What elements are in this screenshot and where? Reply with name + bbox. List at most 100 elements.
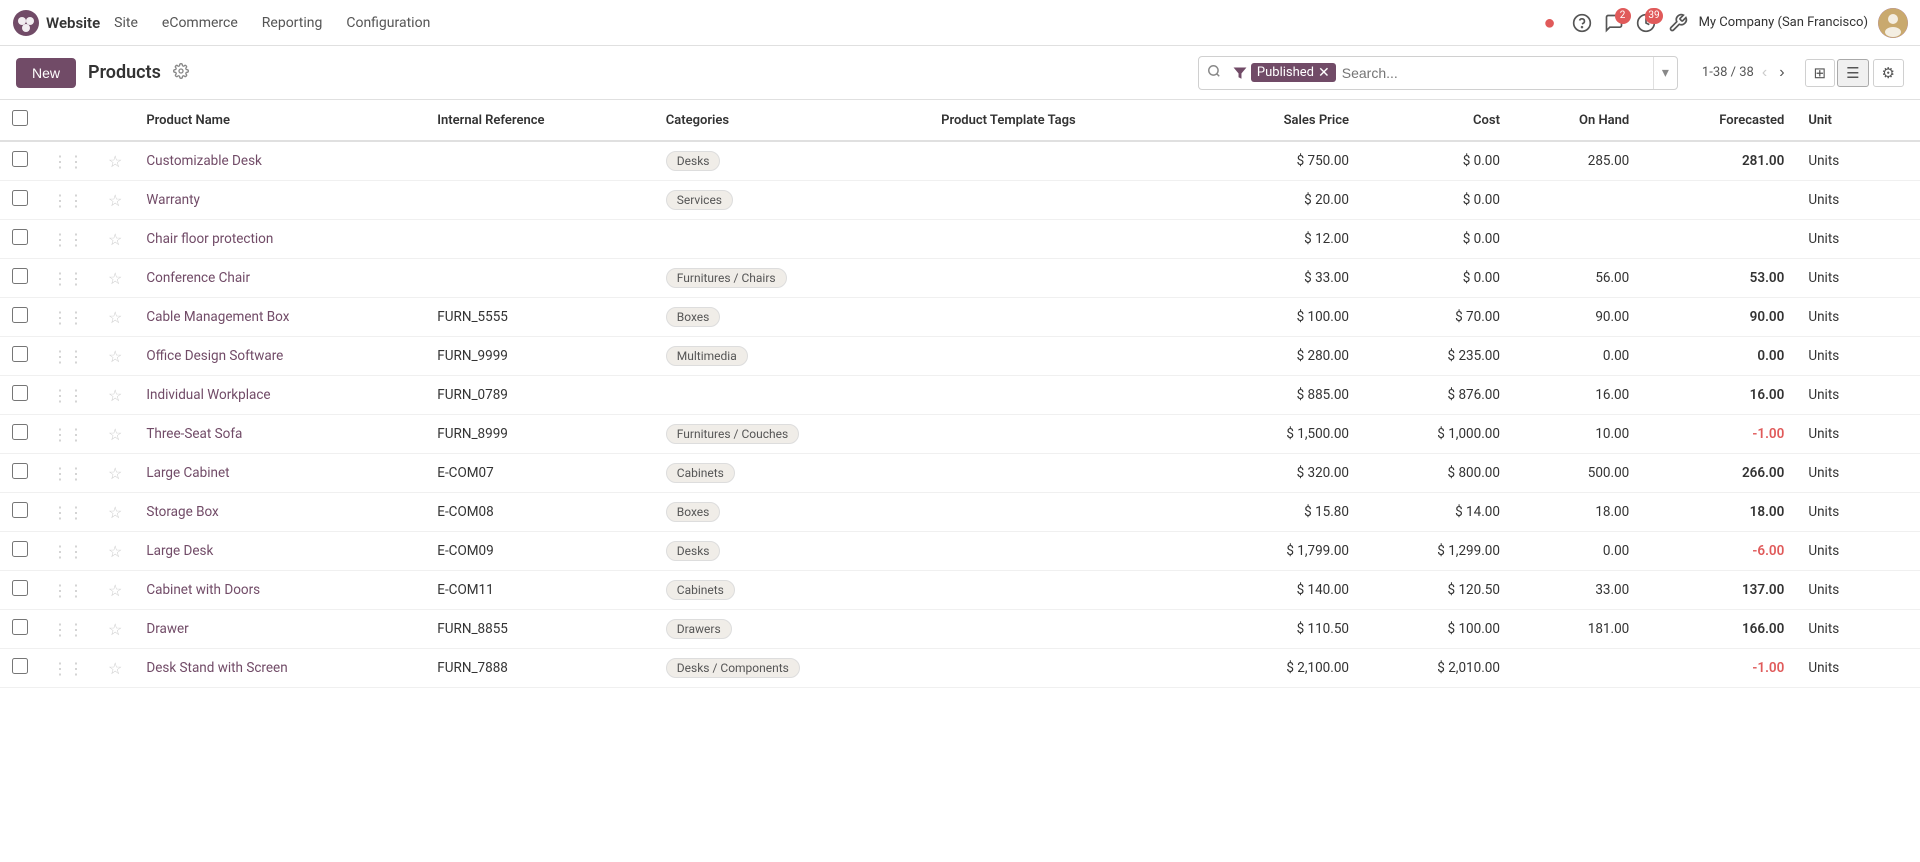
drag-handle-icon[interactable]: ⋮⋮ — [52, 191, 84, 210]
cell-internal-ref: FURN_8999 — [425, 415, 653, 454]
cell-product-name[interactable]: Office Design Software — [134, 337, 425, 376]
search-input[interactable] — [1336, 65, 1653, 81]
favorite-icon[interactable]: ☆ — [108, 581, 122, 600]
nav-configuration[interactable]: Configuration — [336, 9, 440, 37]
cell-internal-ref: FURN_8855 — [425, 610, 653, 649]
row-checkbox[interactable] — [12, 151, 28, 167]
favorite-icon[interactable]: ☆ — [108, 386, 122, 405]
cell-product-name[interactable]: Storage Box — [134, 493, 425, 532]
drag-handle-icon[interactable]: ⋮⋮ — [52, 581, 84, 600]
drag-handle-icon[interactable]: ⋮⋮ — [52, 308, 84, 327]
cell-unit: Units — [1796, 454, 1892, 493]
drag-handle-icon[interactable]: ⋮⋮ — [52, 269, 84, 288]
row-checkbox[interactable] — [12, 463, 28, 479]
drag-handle-icon[interactable]: ⋮⋮ — [52, 659, 84, 678]
cell-product-name[interactable]: Large Cabinet — [134, 454, 425, 493]
user-avatar[interactable] — [1878, 8, 1908, 38]
row-checkbox[interactable] — [12, 541, 28, 557]
row-checkbox[interactable] — [12, 229, 28, 245]
favorite-icon[interactable]: ☆ — [108, 503, 122, 522]
cell-forecasted: -6.00 — [1641, 532, 1796, 571]
cell-actions — [1892, 532, 1920, 571]
cell-product-name[interactable]: Customizable Desk — [134, 141, 425, 181]
nav-site[interactable]: Site — [104, 9, 148, 37]
cell-internal-ref: FURN_9999 — [425, 337, 653, 376]
filter-remove-button[interactable]: ✕ — [1318, 66, 1330, 80]
favorite-icon[interactable]: ☆ — [108, 152, 122, 171]
optional-columns-button[interactable]: ⚙ — [1873, 59, 1904, 87]
app-logo[interactable]: Website — [12, 9, 100, 37]
row-checkbox[interactable] — [12, 385, 28, 401]
favorite-icon[interactable]: ☆ — [108, 308, 122, 327]
search-dropdown-button[interactable]: ▾ — [1653, 57, 1677, 89]
cell-product-name[interactable]: Chair floor protection — [134, 220, 425, 259]
favorite-icon[interactable]: ☆ — [108, 269, 122, 288]
settings-icon[interactable] — [1667, 12, 1689, 34]
cell-product-name[interactable]: Cabinet with Doors — [134, 571, 425, 610]
company-name[interactable]: My Company (San Francisco) — [1699, 15, 1868, 30]
next-page-button[interactable]: › — [1775, 62, 1788, 84]
favorite-icon[interactable]: ☆ — [108, 542, 122, 561]
settings-gear-icon[interactable] — [173, 63, 189, 83]
row-checkbox[interactable] — [12, 424, 28, 440]
col-internal-ref: Internal Reference — [425, 100, 653, 141]
drag-handle-icon[interactable]: ⋮⋮ — [52, 425, 84, 444]
nav-reporting[interactable]: Reporting — [252, 9, 333, 37]
nav-ecommerce[interactable]: eCommerce — [152, 9, 248, 37]
cell-unit: Units — [1796, 181, 1892, 220]
drag-handle-icon[interactable]: ⋮⋮ — [52, 230, 84, 249]
cell-cost: $ 14.00 — [1361, 493, 1512, 532]
drag-handle-icon[interactable]: ⋮⋮ — [52, 542, 84, 561]
activity-icon[interactable]: 39 — [1635, 12, 1657, 34]
cell-actions — [1892, 259, 1920, 298]
favorite-icon[interactable]: ☆ — [108, 230, 122, 249]
search-icon[interactable] — [1199, 64, 1229, 82]
messages-icon[interactable]: 2 — [1603, 12, 1625, 34]
filter-label: Published — [1257, 65, 1314, 80]
cell-product-name[interactable]: Individual Workplace — [134, 376, 425, 415]
prev-page-button[interactable]: ‹ — [1758, 62, 1771, 84]
drag-handle-icon[interactable]: ⋮⋮ — [52, 620, 84, 639]
row-checkbox[interactable] — [12, 307, 28, 323]
favorite-icon[interactable]: ☆ — [108, 425, 122, 444]
new-button[interactable]: New — [16, 58, 76, 88]
cell-product-name[interactable]: Warranty — [134, 181, 425, 220]
cell-product-name[interactable]: Large Desk — [134, 532, 425, 571]
cell-product-name[interactable]: Cable Management Box — [134, 298, 425, 337]
cell-product-name[interactable]: Conference Chair — [134, 259, 425, 298]
cell-product-name[interactable]: Drawer — [134, 610, 425, 649]
drag-handle-icon[interactable]: ⋮⋮ — [52, 503, 84, 522]
cell-actions — [1892, 141, 1920, 181]
row-checkbox[interactable] — [12, 346, 28, 362]
favorite-icon[interactable]: ☆ — [108, 464, 122, 483]
row-checkbox[interactable] — [12, 580, 28, 596]
cell-forecasted: 18.00 — [1641, 493, 1796, 532]
drag-handle-icon[interactable]: ⋮⋮ — [52, 152, 84, 171]
favorite-icon[interactable]: ☆ — [108, 620, 122, 639]
support-icon[interactable] — [1571, 12, 1593, 34]
cell-product-name[interactable]: Desk Stand with Screen — [134, 649, 425, 688]
row-checkbox[interactable] — [12, 619, 28, 635]
cell-actions — [1892, 376, 1920, 415]
list-view-button[interactable]: ☰ — [1837, 59, 1868, 87]
cell-product-name[interactable]: Three-Seat Sofa — [134, 415, 425, 454]
drag-handle-icon[interactable]: ⋮⋮ — [52, 464, 84, 483]
row-checkbox[interactable] — [12, 658, 28, 674]
row-checkbox[interactable] — [12, 502, 28, 518]
drag-handle-icon[interactable]: ⋮⋮ — [52, 347, 84, 366]
cell-template-tags — [929, 337, 1205, 376]
cell-unit: Units — [1796, 532, 1892, 571]
row-checkbox[interactable] — [12, 268, 28, 284]
col-forecasted: Forecasted — [1641, 100, 1796, 141]
select-all-checkbox[interactable] — [12, 110, 28, 126]
cell-cost: $ 1,000.00 — [1361, 415, 1512, 454]
drag-handle-icon[interactable]: ⋮⋮ — [52, 386, 84, 405]
cell-categories: Boxes — [654, 493, 929, 532]
row-checkbox[interactable] — [12, 190, 28, 206]
cell-on-hand: 10.00 — [1512, 415, 1641, 454]
kanban-view-button[interactable]: ⊞ — [1805, 59, 1836, 87]
favorite-icon[interactable]: ☆ — [108, 659, 122, 678]
table-row: ⋮⋮ ☆ Drawer FURN_8855 Drawers $ 110.50 $… — [0, 610, 1920, 649]
favorite-icon[interactable]: ☆ — [108, 191, 122, 210]
favorite-icon[interactable]: ☆ — [108, 347, 122, 366]
